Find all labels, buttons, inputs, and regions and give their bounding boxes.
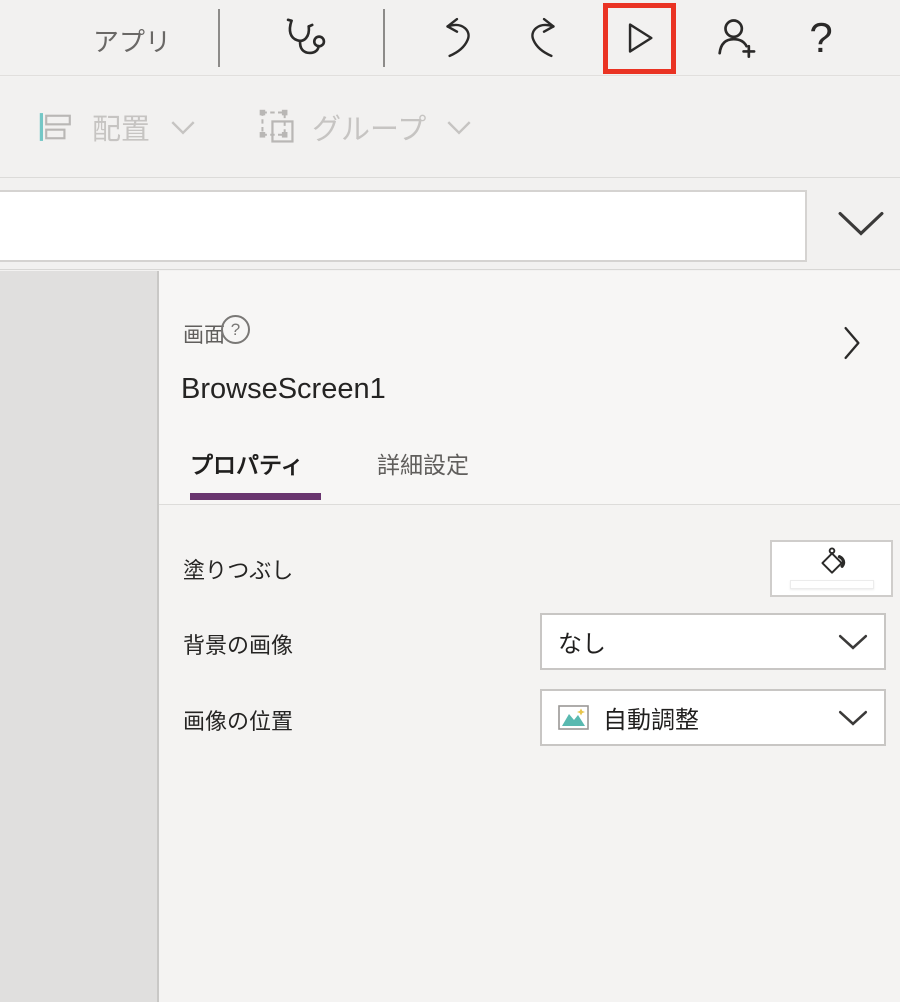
group-menu-button[interactable]: グループ (258, 77, 472, 177)
top-toolbar: アプリ ? (0, 0, 900, 76)
toolbar-separator (218, 9, 220, 67)
fill-label: 塗りつぶし (183, 558, 294, 583)
chevron-down-icon (838, 211, 884, 237)
fill-color-button[interactable] (770, 540, 893, 597)
align-menu-button[interactable]: 配置 (38, 77, 196, 177)
align-label: 配置 (92, 114, 151, 146)
background-image-label: 背景の画像 (183, 633, 294, 658)
active-tab-indicator (190, 493, 321, 500)
paint-bucket-icon (817, 546, 847, 578)
properties-panel-header: 画面 ? BrowseScreen1 プロパティ 詳細設定 (159, 271, 900, 505)
control-type-label: 画面 (183, 324, 225, 347)
tab-properties[interactable]: プロパティ (190, 446, 304, 480)
person-add-icon (712, 17, 760, 59)
chevron-down-icon (838, 634, 868, 650)
app-breadcrumb[interactable]: アプリ (93, 22, 171, 59)
chevron-down-icon (838, 710, 868, 726)
format-ribbon: 配置 グループ (0, 77, 900, 178)
expand-panel-button[interactable] (835, 323, 869, 363)
stethoscope-icon (280, 15, 326, 61)
group-objects-icon (258, 108, 298, 146)
toolbar-separator (383, 9, 385, 67)
fill-color-swatch (789, 580, 874, 589)
tabs-divider (159, 504, 900, 505)
chevron-down-icon (446, 120, 472, 135)
powerapps-studio-window: アプリ ? 配置 グループ 画面 ? BrowseScreen1 プロパティ 詳… (0, 0, 900, 1002)
undo-button[interactable] (430, 0, 484, 76)
share-button[interactable] (706, 0, 766, 76)
app-checker-button[interactable] (276, 0, 330, 76)
picture-icon (558, 705, 589, 730)
image-position-dropdown[interactable]: 自動調整 (540, 689, 886, 746)
play-outline-icon (620, 19, 658, 57)
image-position-label: 画像の位置 (183, 709, 294, 734)
align-left-icon (38, 112, 78, 142)
circled-question-icon[interactable]: ? (221, 315, 250, 344)
tab-advanced[interactable]: 詳細設定 (377, 446, 469, 480)
background-image-dropdown[interactable]: なし (540, 613, 886, 670)
canvas-area[interactable] (0, 271, 157, 1002)
formula-expand-button[interactable] (830, 192, 892, 256)
formula-input[interactable] (0, 190, 807, 262)
dropdown-value: 自動調整 (603, 707, 699, 734)
chevron-right-icon (843, 326, 861, 360)
preview-play-button[interactable] (612, 0, 666, 76)
undo-arrow-icon (437, 17, 477, 59)
help-button[interactable]: ? (796, 0, 846, 76)
formula-bar (0, 178, 900, 270)
control-name: BrowseScreen1 (181, 373, 386, 405)
redo-arrow-icon (524, 17, 564, 59)
question-mark-icon: ? (809, 14, 833, 61)
group-label: グループ (312, 114, 427, 146)
properties-panel: 画面 ? BrowseScreen1 プロパティ 詳細設定 塗りつぶし 背景の画… (159, 271, 900, 1002)
chevron-down-icon (170, 120, 196, 135)
redo-button[interactable] (517, 0, 571, 76)
dropdown-value: なし (558, 631, 606, 658)
